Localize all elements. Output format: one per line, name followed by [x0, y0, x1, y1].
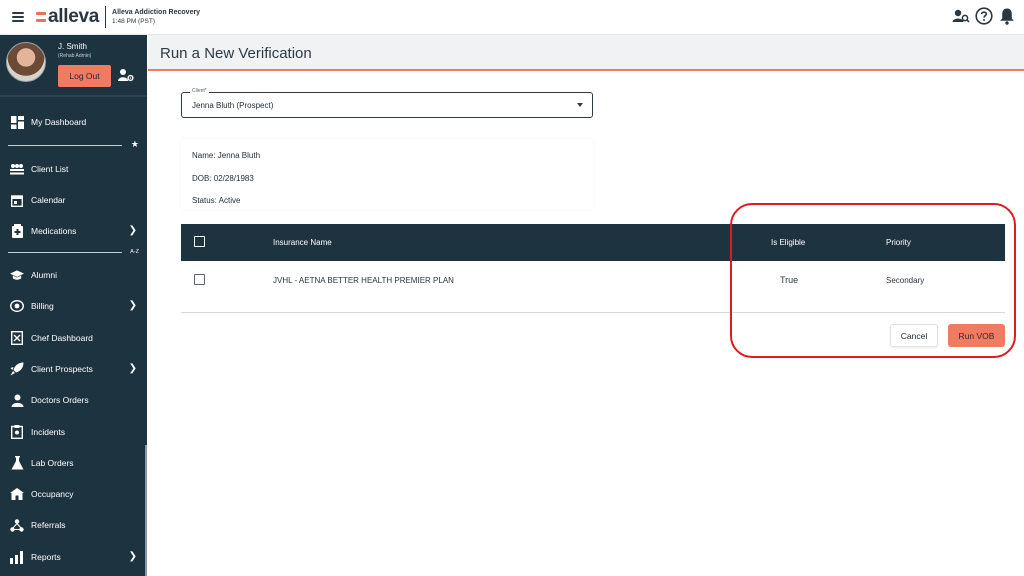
incidents-icon [10, 425, 24, 439]
sidebar-item-label: Occupancy [31, 489, 74, 499]
chef-icon [10, 331, 24, 345]
caret-down-icon[interactable] [577, 103, 583, 107]
sidebar-item-label: Calendar [31, 195, 66, 205]
logo-mark-icon [36, 12, 46, 22]
chevron-right-icon: ❯ [128, 363, 137, 374]
billing-icon [10, 299, 24, 313]
page-title: Run a New Verification [160, 45, 312, 62]
sidebar-item-client-prospects[interactable]: Client Prospects ❯ [0, 357, 147, 381]
chevron-right-icon: ❯ [128, 225, 137, 236]
logout-button[interactable]: Log Out [58, 65, 111, 87]
sidebar-item-medications[interactable]: Medications ❯ [0, 219, 147, 243]
user-settings-icon[interactable] [118, 68, 134, 82]
sidebar-item-client-list[interactable]: Client List [0, 157, 147, 181]
column-header-insurance-name[interactable]: Insurance Name [273, 238, 332, 247]
doctor-icon [10, 393, 24, 407]
sidebar-item-label: Billing [31, 301, 54, 311]
flask-icon [10, 456, 24, 470]
dashboard-icon [10, 115, 24, 129]
client-select[interactable]: Client* Jenna Bluth (Prospect) [181, 88, 593, 118]
medications-icon [10, 224, 24, 238]
house-icon [10, 487, 24, 501]
help-icon[interactable] [975, 7, 993, 25]
insurance-name-cell: JVHL - AETNA BETTER HEALTH PREMIER PLAN [273, 276, 454, 285]
client-status: Status: Active [192, 196, 241, 205]
rocket-icon [10, 362, 24, 376]
top-bar: alleva Alleva Addiction Recovery 1:48 PM… [0, 0, 1024, 35]
sidebar-item-occupancy[interactable]: Occupancy [0, 482, 147, 506]
sidebar-item-alumni[interactable]: Alumni [0, 263, 147, 287]
reports-icon [10, 550, 24, 564]
client-info-card: Name: Jenna Bluth DOB: 02/28/1983 Status… [181, 139, 593, 209]
sidebar-item-label: Reports [31, 552, 61, 562]
sidebar-scrollbar[interactable] [145, 445, 147, 576]
row-checkbox[interactable] [194, 274, 205, 285]
sidebar: J. Smith (Rehab Admin) Log Out My Dashbo… [0, 35, 147, 576]
referrals-icon [10, 518, 24, 532]
star-icon[interactable]: ★ [131, 139, 139, 150]
client-select-label: Client* [190, 88, 209, 94]
user-role: (Rehab Admin) [58, 53, 92, 59]
calendar-icon [10, 193, 24, 207]
main-content: Run a New Verification Client* Jenna Blu… [148, 35, 1024, 576]
sidebar-item-incidents[interactable]: Incidents [0, 420, 147, 444]
chevron-right-icon: ❯ [128, 300, 137, 311]
client-dob: DOB: 02/28/1983 [192, 174, 254, 183]
sidebar-item-doctors-orders[interactable]: Doctors Orders [0, 388, 147, 412]
sidebar-item-lab-orders[interactable]: Lab Orders [0, 451, 147, 475]
client-list-icon [10, 162, 24, 176]
avatar[interactable] [6, 42, 46, 82]
menu-icon[interactable] [12, 12, 24, 22]
organization-info: Alleva Addiction Recovery 1:48 PM (PST) [112, 8, 200, 26]
chevron-right-icon: ❯ [128, 551, 137, 562]
sidebar-item-reports[interactable]: Reports ❯ [0, 545, 147, 569]
sidebar-item-label: Alumni [31, 270, 57, 280]
sidebar-item-calendar[interactable]: Calendar [0, 188, 147, 212]
top-icons [952, 7, 1016, 25]
sidebar-item-label: Chef Dashboard [31, 333, 93, 343]
logo-divider [105, 6, 107, 28]
user-name: J. Smith [58, 42, 87, 51]
sidebar-item-label: Client Prospects [31, 364, 93, 374]
sidebar-item-my-dashboard[interactable]: My Dashboard [0, 110, 147, 134]
organization-time: 1:48 PM (PST) [112, 18, 156, 25]
az-divider [8, 252, 122, 253]
sidebar-item-label: Incidents [31, 427, 66, 437]
client-select-value: Jenna Bluth (Prospect) [192, 101, 274, 110]
organization-name: Alleva Addiction Recovery [112, 9, 201, 16]
favorites-divider [8, 145, 122, 146]
page-header: Run a New Verification [148, 35, 1024, 71]
graduation-cap-icon [10, 268, 24, 282]
select-all-checkbox[interactable] [194, 236, 205, 247]
sidebar-item-referrals[interactable]: Referrals [0, 513, 147, 537]
sidebar-item-label: Doctors Orders [31, 395, 89, 405]
logo-text: alleva [48, 6, 100, 27]
sidebar-item-billing[interactable]: Billing ❯ [0, 294, 147, 318]
user-profile: J. Smith (Rehab Admin) Log Out [0, 35, 147, 97]
sidebar-item-label: Lab Orders [31, 458, 74, 468]
user-search-icon[interactable] [952, 7, 970, 25]
az-sort-label[interactable]: A-Z [130, 249, 139, 255]
alleva-logo[interactable]: alleva [36, 6, 99, 28]
sidebar-item-label: Client List [31, 164, 69, 174]
sidebar-item-label: Medications [31, 226, 77, 236]
client-name: Name: Jenna Bluth [192, 151, 261, 160]
sidebar-item-label: Referrals [31, 520, 66, 530]
sidebar-item-chef-dashboard[interactable]: Chef Dashboard [0, 326, 147, 350]
sidebar-item-label: My Dashboard [31, 117, 87, 127]
bell-icon[interactable] [998, 7, 1016, 25]
annotation-highlight-circle [730, 203, 1016, 358]
